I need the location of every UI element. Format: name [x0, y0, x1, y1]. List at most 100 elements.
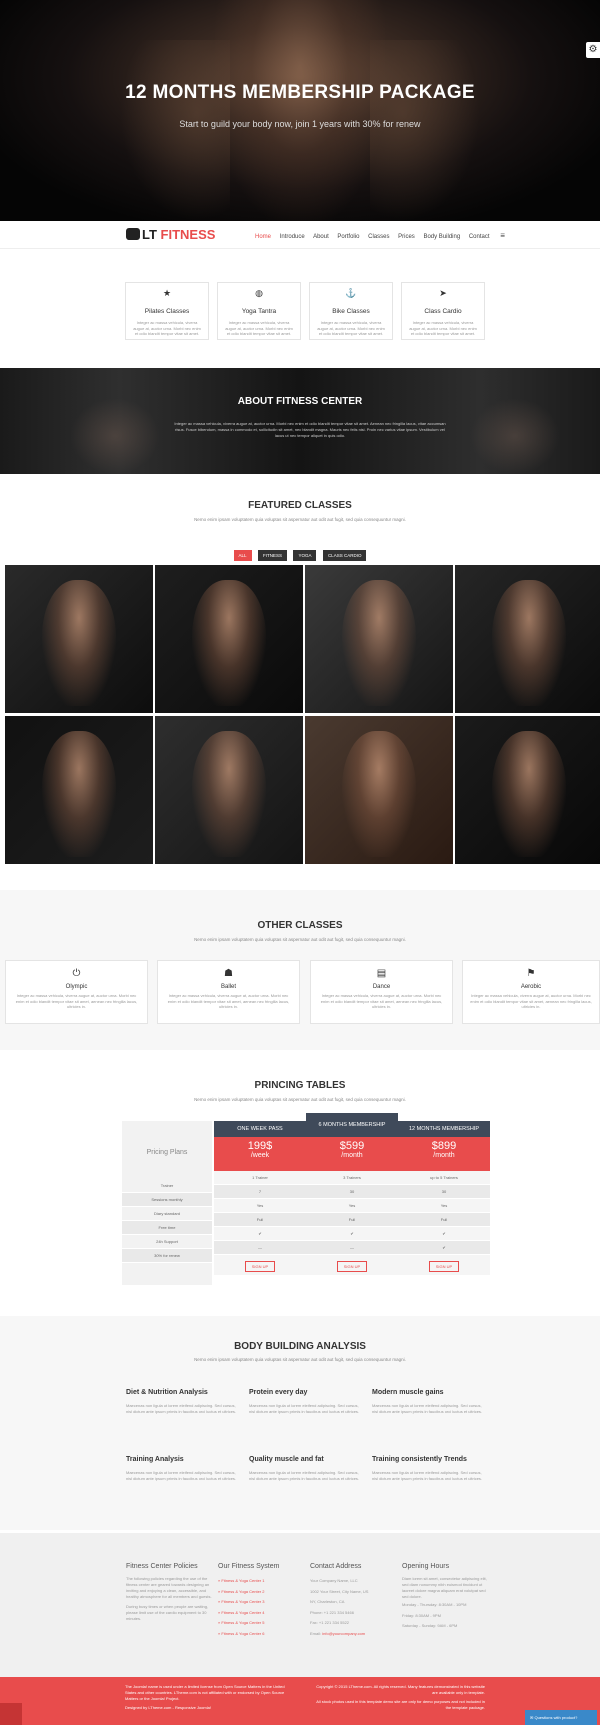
filter-fitness[interactable]: FITNESS [258, 550, 288, 561]
signup-button[interactable]: SIGN UP [336, 1261, 368, 1272]
corner-badge[interactable] [0, 1703, 22, 1725]
bb-title: BODY BUILDING ANALYSIS [234, 1341, 366, 1352]
pricing-table: Pricing Plans Trainer Sessions monthly D… [122, 1113, 490, 1285]
footer-policies: Fitness Center Policies The following po… [126, 1563, 216, 1622]
nav-item-portfolio[interactable]: Portfolio [337, 234, 359, 240]
class-card-ballet[interactable]: ☗ Ballet Integer ac massa vehicula, vive… [157, 960, 300, 1024]
help-chat-button[interactable]: ✉ Questions with product? [525, 1710, 597, 1725]
class-card-aerobic[interactable]: ⚑ Aerobic Integer ac massa vehicula, viv… [462, 960, 600, 1024]
nav-item-about[interactable]: About [313, 234, 329, 240]
footer-contact-title: Contact Address [310, 1563, 362, 1570]
main-menu: Home Introduce About Portfolio Classes P… [255, 231, 512, 240]
gallery-photo-figure [42, 730, 116, 857]
copyright-left: The Joomla! name is used under a limited… [125, 1684, 295, 1711]
filter-all[interactable]: ALL [233, 550, 252, 561]
footer-system-link[interactable]: » Fitness & Yoga Center 3 [218, 1597, 308, 1608]
about-title: ABOUT FITNESS CENTER [237, 396, 363, 407]
plan-cell: ✔ [398, 1227, 490, 1241]
copyright-designed-by: Designed by LTheme.com - Responsive Joom… [125, 1705, 211, 1710]
contact-email-label: Email: [310, 1630, 322, 1636]
row-label: Free time [122, 1221, 212, 1235]
signup-button[interactable]: SIGN UP [244, 1261, 276, 1272]
site-logo[interactable]: LT FITNESS [126, 227, 215, 242]
class-title: Aerobic [520, 984, 542, 990]
plan-cell: Full [306, 1213, 398, 1227]
barcode-icon: ▤ [376, 968, 387, 979]
gallery-photo-figure [42, 579, 116, 706]
location-arrow-icon: ➤ [436, 288, 450, 300]
footer-hours-text: Diam lorem sit amet, consectetur adipisc… [402, 1576, 487, 1599]
bb-item-text: Maecenas non ligula ut lorem eleifend ad… [249, 1403, 360, 1414]
gallery-photo-figure [342, 730, 416, 857]
other-subtitle: Nemo enim ipsam voluptatem quia voluptas… [194, 937, 406, 942]
footer-system-link[interactable]: » Fitness & Yoga Center 2 [218, 1587, 308, 1598]
bb-item-title: Protein every day [249, 1389, 308, 1396]
gallery-photo[interactable] [455, 565, 600, 713]
row-label: Diary standard [122, 1207, 212, 1221]
contact-line: NY, Charleston, CA [310, 1599, 345, 1604]
gallery-photo[interactable] [305, 716, 453, 864]
bb-item-title: Training consistently Trends [372, 1456, 467, 1463]
dumbbell-icon [126, 228, 140, 240]
nav-item-classes[interactable]: Classes [368, 234, 389, 240]
service-card-pilates[interactable]: ★ Pilates Classes Integer ac massa vehic… [125, 282, 209, 340]
bb-item: Training Analysis Maecenas non ligula ut… [126, 1456, 241, 1482]
service-text: Integer ac massa vehicula, viverra augue… [133, 320, 201, 336]
nav-item-introduce[interactable]: Introduce [280, 234, 305, 240]
featured-gallery [5, 565, 600, 864]
gallery-photo[interactable] [5, 716, 153, 864]
star-icon: ★ [160, 288, 174, 300]
nav-item-prices[interactable]: Prices [398, 234, 415, 240]
footer-system-link[interactable]: » Fitness & Yoga Center 6 [218, 1629, 308, 1640]
class-title: Dance [372, 984, 391, 990]
menu-hamburger-icon[interactable]: ≡ [500, 231, 505, 240]
contact-email-line: Email: info@yourcompany.com [310, 1629, 400, 1640]
gallery-photo[interactable] [455, 716, 600, 864]
nav-item-home[interactable]: Home [255, 234, 271, 240]
footer-system-link[interactable]: » Fitness & Yoga Center 4 [218, 1608, 308, 1619]
plan-name: 12 MONTHS MEMBERSHIP [398, 1121, 490, 1137]
copyright-photos-note: All stock photos used in this template d… [316, 1699, 485, 1710]
contact-line: Phone: +1 221 334 5466 [310, 1609, 354, 1615]
nav-item-contact[interactable]: Contact [469, 234, 490, 240]
bb-item-text: Maecenas non ligula ut lorem eleifend ad… [372, 1470, 483, 1481]
class-text: Integer ac massa vehicula, viverra augue… [167, 993, 290, 1009]
plan-period: /week [250, 1152, 270, 1159]
gallery-photo[interactable] [305, 565, 453, 713]
service-card-bike[interactable]: ⚓ Bike Classes Integer ac massa vehicula… [309, 282, 393, 340]
signup-button[interactable]: SIGN UP [428, 1261, 460, 1272]
class-title: Olympic [65, 984, 88, 990]
power-icon: ⏻ [72, 968, 81, 979]
contact-email-link[interactable]: info@yourcompany.com [322, 1631, 365, 1636]
settings-gear-icon[interactable]: ⚙ [586, 42, 600, 58]
bb-item: Protein every day Maecenas non ligula ut… [249, 1389, 364, 1415]
class-card-olympic[interactable]: ⏻ Olympic Integer ac massa vehicula, viv… [5, 960, 148, 1024]
service-card-yoga[interactable]: ◍ Yoga Tantra Integer ac massa vehicula,… [217, 282, 301, 340]
plan-price-box: $899 /month [398, 1137, 490, 1171]
gallery-photo[interactable] [155, 565, 303, 713]
gallery-photo[interactable] [5, 565, 153, 713]
about-photo-hand-left [70, 398, 160, 474]
bb-item-text: Maecenas non ligula ut lorem eleifend ad… [126, 1403, 237, 1414]
service-card-cardio[interactable]: ➤ Class Cardio Integer ac massa vehicula… [401, 282, 485, 340]
plan-cell: — [214, 1241, 306, 1255]
footer-system-link[interactable]: » Fitness & Yoga Center 5 [218, 1618, 308, 1629]
plan-cell: ✔ [214, 1227, 306, 1241]
anchor-icon: ⚓ [344, 288, 358, 300]
filter-yoga[interactable]: YOGA [293, 550, 317, 561]
footer-system-link[interactable]: » Fitness & Yoga Center 1 [218, 1576, 308, 1587]
class-card-dance[interactable]: ▤ Dance Integer ac massa vehicula, viver… [310, 960, 453, 1024]
gallery-photo[interactable] [155, 716, 303, 864]
plan-cell: 1 Trainer [214, 1171, 306, 1185]
plan-name: 6 MONTHS MEMBERSHIP [306, 1113, 398, 1137]
pricing-title: PRINCING TABLES [254, 1080, 346, 1091]
bookmark-icon: ⚑ [526, 968, 536, 979]
filter-class-cardio[interactable]: CLASS CARDIO [322, 550, 367, 561]
service-text: Integer ac massa vehicula, viverra augue… [409, 320, 477, 336]
bb-item-title: Training Analysis [126, 1456, 184, 1463]
globe-icon: ◍ [252, 288, 266, 300]
service-title: Pilates Classes [144, 308, 190, 315]
logo-accent: FITNESS [160, 227, 216, 242]
nav-item-body-building[interactable]: Body Building [423, 234, 460, 240]
pricing-labels-column: Pricing Plans Trainer Sessions monthly D… [122, 1121, 212, 1285]
